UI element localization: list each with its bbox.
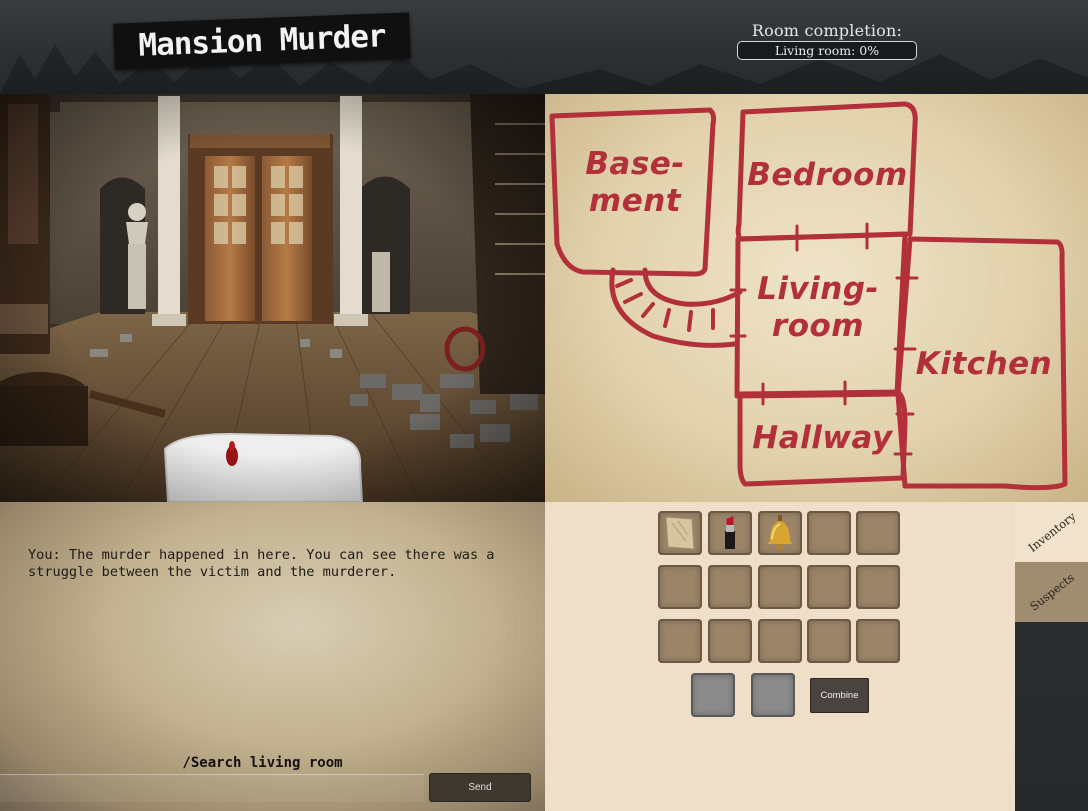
tab-suspects[interactable]: Suspects [1015, 562, 1088, 622]
header-bar: Mansion Murder Room completion: Living r… [0, 0, 1088, 94]
combine-slot-1[interactable] [691, 673, 735, 717]
inventory-slot-10[interactable] [856, 565, 900, 609]
map-room-living-room[interactable]: Living- room [743, 271, 893, 345]
narrative-panel: You: The murder happened in here. You ca… [0, 502, 545, 811]
tab-inventory-label: Inventory [1025, 509, 1078, 555]
inventory-slot-7[interactable] [708, 565, 752, 609]
room-scene-image[interactable] [0, 94, 545, 502]
room-completion-text: Living room: 0% [774, 43, 880, 58]
inventory-slot-8[interactable] [758, 565, 802, 609]
inventory-slot-14[interactable] [807, 619, 851, 663]
inventory-panel: Combine [545, 502, 1015, 811]
tab-suspects-label: Suspects [1026, 570, 1077, 614]
mansion-map: Base- ment Bedroom Living- room Kitchen … [545, 94, 1088, 502]
inventory-slot-12[interactable] [708, 619, 752, 663]
room-completion-progress-bar: Living room: 0% [737, 41, 917, 60]
send-button[interactable]: Send [429, 773, 531, 802]
inventory-slot-3[interactable] [758, 511, 802, 555]
map-room-bedroom[interactable]: Bedroom [745, 157, 910, 194]
side-tab-bar: Inventory Suspects [1015, 502, 1088, 811]
combine-button[interactable]: Combine [810, 678, 869, 713]
narrative-text: You: The murder happened in here. You ca… [28, 547, 495, 580]
inventory-slot-2[interactable] [708, 511, 752, 555]
command-hint: /Search living room [182, 755, 343, 771]
combine-slot-2[interactable] [751, 673, 795, 717]
inventory-slot-15[interactable] [856, 619, 900, 663]
inventory-slot-13[interactable] [758, 619, 802, 663]
inventory-slot-11[interactable] [658, 619, 702, 663]
room-completion-label: Room completion: [751, 21, 903, 40]
lipstick-icon [725, 516, 735, 549]
map-room-hallway[interactable]: Hallway [745, 420, 900, 457]
bell-icon [767, 515, 793, 550]
inventory-slot-4[interactable] [807, 511, 851, 555]
map-room-kitchen[interactable]: Kitchen [909, 346, 1059, 383]
inventory-slot-6[interactable] [658, 565, 702, 609]
inventory-slot-5[interactable] [856, 511, 900, 555]
inventory-slot-1[interactable] [658, 511, 702, 555]
paper-icon [665, 516, 695, 550]
inventory-slot-9[interactable] [807, 565, 851, 609]
command-input[interactable] [0, 774, 424, 802]
map-room-basement[interactable]: Base- ment [570, 146, 700, 220]
tab-inventory[interactable]: Inventory [1015, 502, 1088, 562]
